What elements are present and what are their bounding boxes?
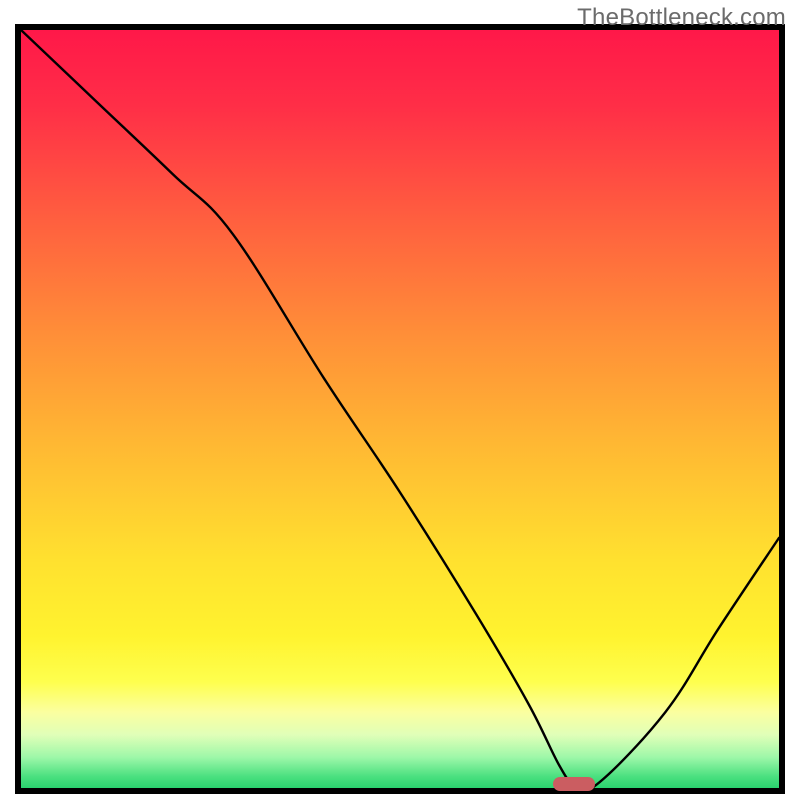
chart-container: TheBottleneck.com <box>0 0 800 800</box>
chart-frame <box>15 24 785 794</box>
plot-area <box>21 30 779 788</box>
optimal-marker <box>553 777 595 791</box>
watermark-text: TheBottleneck.com <box>577 4 786 32</box>
bottleneck-curve <box>21 30 779 788</box>
